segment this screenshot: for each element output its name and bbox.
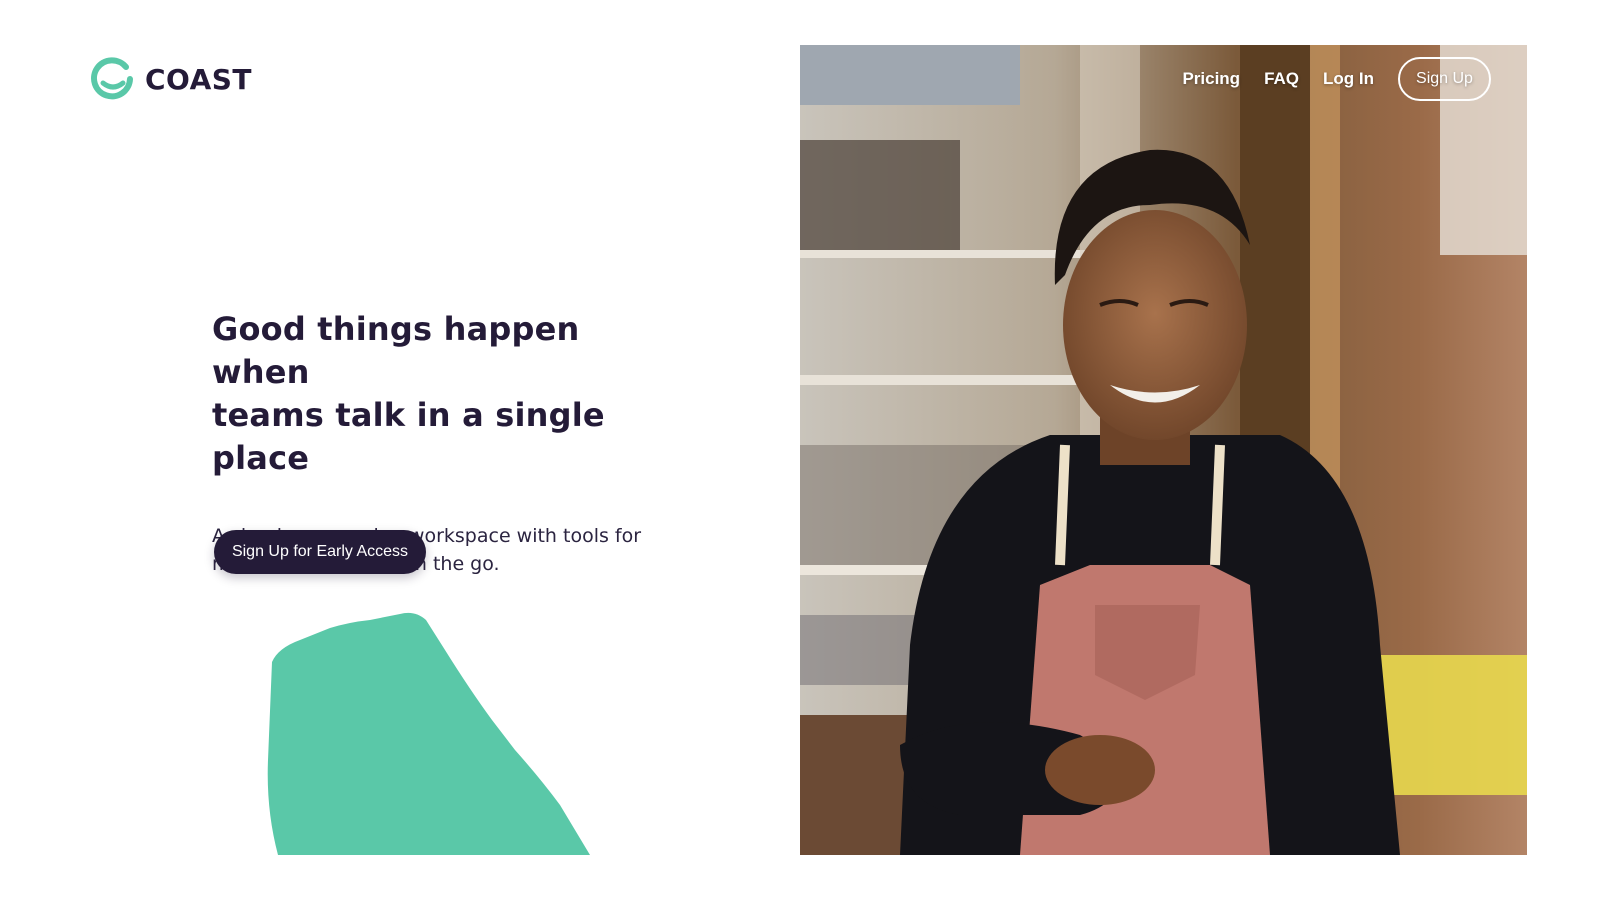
nav-link-pricing[interactable]: Pricing: [1182, 69, 1240, 89]
top-nav: Pricing FAQ Log In Sign Up: [1182, 57, 1491, 101]
hero-title-line-1: Good things happen when: [212, 310, 580, 391]
hero-title-line-2: teams talk in a single place: [212, 396, 605, 477]
photo-icon: [800, 45, 1527, 855]
early-access-button[interactable]: Sign Up for Early Access: [214, 530, 426, 574]
nav-link-faq[interactable]: FAQ: [1264, 69, 1299, 89]
brand-name: COAST: [145, 62, 253, 96]
hero-title: Good things happen when teams talk in a …: [212, 308, 682, 480]
coast-logo-icon: [91, 57, 133, 100]
brush-shape-icon: [267, 612, 590, 855]
hero-photo: [800, 45, 1527, 855]
brand-logo[interactable]: COAST: [90, 56, 252, 102]
nav-link-login[interactable]: Log In: [1323, 69, 1374, 89]
nav-signup-button[interactable]: Sign Up: [1398, 57, 1491, 101]
